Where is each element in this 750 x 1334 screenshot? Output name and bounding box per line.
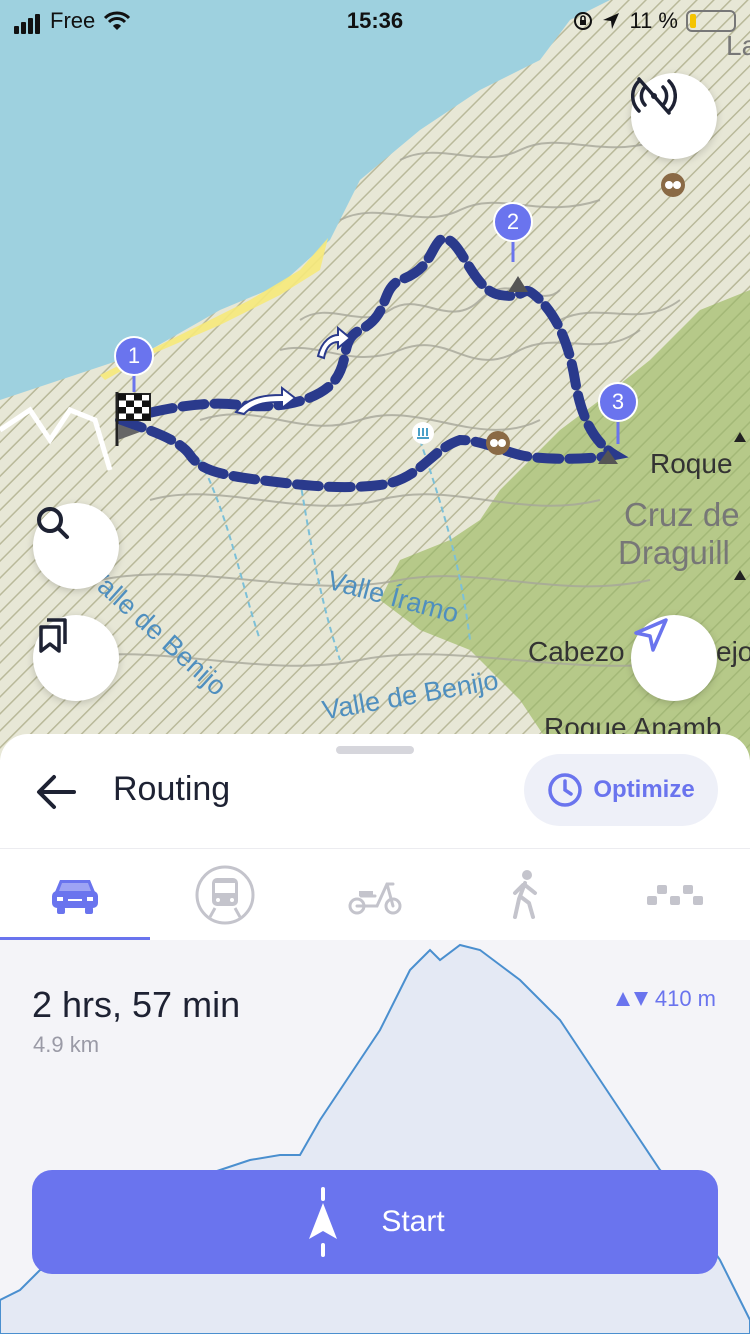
tab-taxi[interactable] (600, 849, 750, 941)
car-icon (52, 880, 98, 914)
waypoint-number-2[interactable]: 2 (503, 209, 523, 235)
walking-icon (513, 870, 537, 919)
map-label-cabezo-right: ejo (716, 636, 750, 667)
navigation-arrow-icon (309, 1187, 338, 1257)
locate-me-button[interactable] (631, 615, 717, 701)
map-view[interactable]: 1 2 3 Valle de Benijo Valle Íramo Valle … (0, 0, 750, 760)
back-button[interactable] (30, 766, 82, 818)
no-signal-icon (631, 77, 677, 115)
tab-car[interactable] (0, 849, 150, 941)
map-label-roque: Roque (650, 448, 733, 479)
status-bar: Free 15:36 11 % (0, 0, 750, 44)
page-title: Routing (113, 770, 231, 808)
elevation-summary: 410 m (615, 986, 716, 1012)
transport-mode-tabs (0, 848, 750, 941)
optimize-button[interactable]: Optimize (524, 754, 718, 826)
viewpoint-icon (661, 173, 685, 197)
map-label-cabezo: Cabezo (528, 636, 625, 667)
routing-sheet: Routing Optimize 2 hrs, 57 min 4.9 km 41… (0, 734, 750, 1334)
bookmarks-icon (39, 618, 67, 653)
location-arrow-icon (603, 13, 620, 29)
viewpoint-icon (486, 431, 510, 455)
taxi-icon (647, 885, 703, 905)
elevation-value: 410 m (654, 986, 716, 1011)
battery-percent: 11 % (629, 8, 678, 33)
ascent-descent-icon (615, 992, 648, 1006)
optimize-label: Optimize (593, 776, 695, 803)
map-label-cruz: Cruz de (624, 496, 740, 533)
search-icon (37, 507, 69, 539)
battery-icon (686, 10, 736, 32)
route-duration: 2 hrs, 57 min (32, 984, 241, 1025)
train-icon (195, 865, 255, 925)
map-label-draguillo: Draguill (618, 534, 730, 571)
tab-scooter[interactable] (300, 849, 450, 941)
spring-icon (412, 422, 434, 444)
tab-walk[interactable] (450, 849, 600, 941)
sheet-drag-handle[interactable] (336, 746, 414, 754)
bookmarks-button[interactable] (33, 615, 119, 701)
waypoint-number-1[interactable]: 1 (124, 343, 144, 369)
waypoint-number-3[interactable]: 3 (608, 389, 628, 415)
locate-arrow-icon (634, 618, 668, 652)
back-arrow-icon (37, 775, 76, 809)
offline-mode-button[interactable] (631, 73, 717, 159)
start-label: Start (381, 1205, 445, 1238)
route-distance: 4.9 km (33, 1032, 100, 1057)
tab-transit[interactable] (150, 849, 300, 941)
search-button[interactable] (33, 503, 119, 589)
orientation-lock-icon (574, 12, 593, 30)
clock-icon (548, 773, 583, 807)
start-navigation-button[interactable]: Start (32, 1170, 718, 1274)
scooter-icon (348, 882, 402, 915)
